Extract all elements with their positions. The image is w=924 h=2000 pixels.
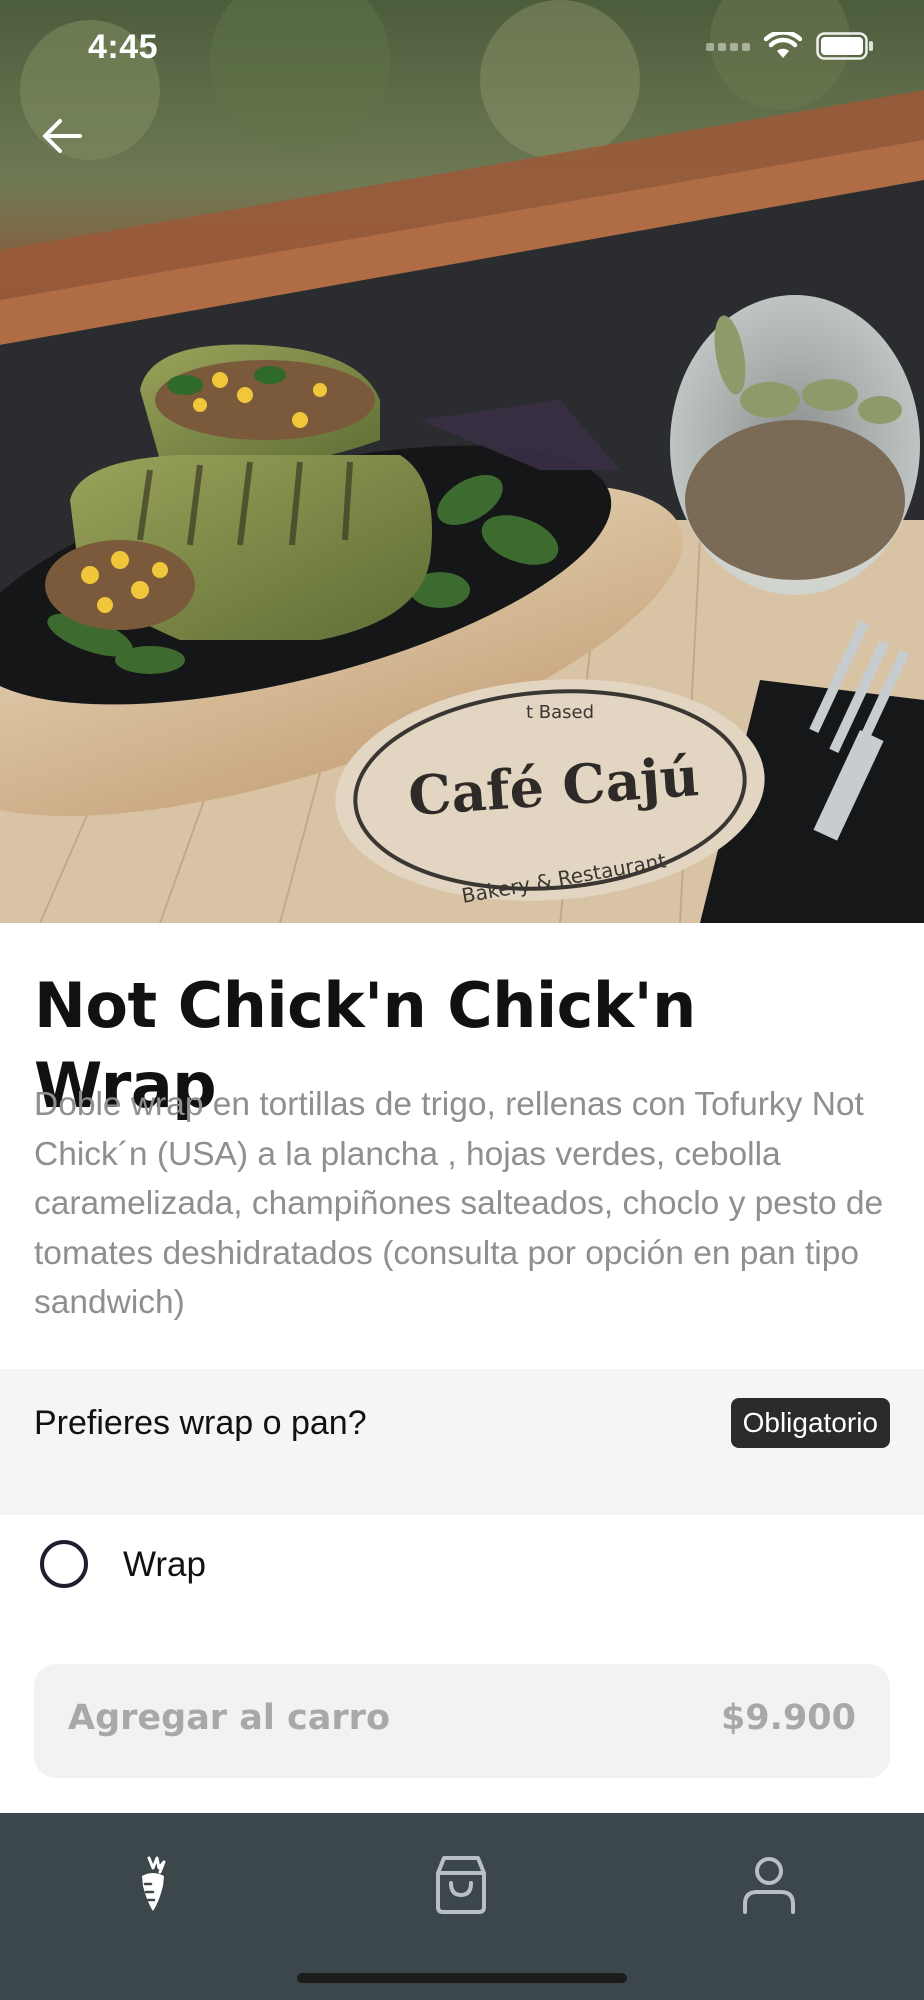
add-to-cart-price: $9.900 <box>720 1698 856 1738</box>
tab-home[interactable] <box>93 1835 213 1935</box>
carrot-icon <box>142 1856 166 1911</box>
status-bar: 4:45 <box>0 0 924 100</box>
add-to-cart-button[interactable]: Agregar al carro $9.900 <box>34 1664 890 1778</box>
wifi-icon <box>764 32 802 58</box>
arrow-left-icon <box>43 119 82 153</box>
option-group-header: Prefieres wrap o pan? Obligatorio <box>0 1369 924 1515</box>
shopping-bag-icon <box>436 1856 486 1914</box>
radio-button[interactable] <box>40 1540 88 1588</box>
product-photo: t Based Café Cajú Bakery & Restaurant 4:… <box>0 0 924 923</box>
tab-cart[interactable] <box>401 1835 521 1935</box>
tab-profile[interactable] <box>709 1835 829 1935</box>
status-icons <box>706 32 874 60</box>
bottom-nav <box>0 1813 924 2000</box>
product-detail-screen: t Based Café Cajú Bakery & Restaurant 4:… <box>0 0 924 2000</box>
product-description: Doble wrap en tortillas de trigo, rellen… <box>34 1086 884 1321</box>
signal-icon <box>706 43 750 51</box>
back-button[interactable] <box>32 106 92 166</box>
required-badge: Obligatorio <box>730 1398 890 1448</box>
user-icon <box>743 1857 795 1914</box>
option-wrap[interactable]: Wrap <box>0 1515 924 1625</box>
battery-icon <box>816 32 873 60</box>
option-label: Wrap <box>123 1545 206 1584</box>
option-question: Prefieres wrap o pan? <box>34 1404 367 1442</box>
coaster-top-text: t Based <box>526 702 594 723</box>
status-time: 4:45 <box>88 28 159 66</box>
home-indicator <box>297 1973 627 1983</box>
add-to-cart-label: Agregar al carro <box>68 1698 390 1738</box>
